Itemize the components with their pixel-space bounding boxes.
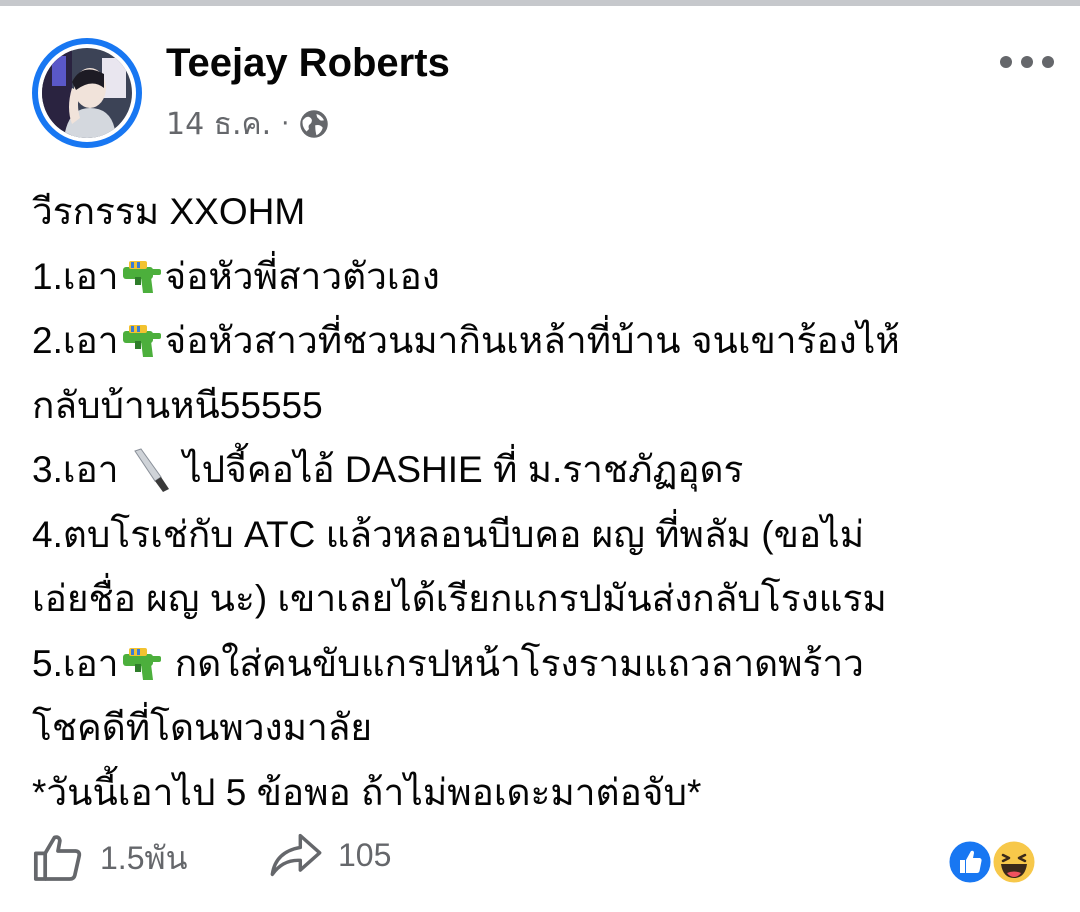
post-date[interactable]: 14 ธ.ค. <box>166 101 271 148</box>
post-line-text: เอ่ยชื่อ ผญ นะ) เขาเลยได้เรียกแกรปมันส่ง… <box>32 578 887 619</box>
top-divider <box>0 0 1080 6</box>
avatar[interactable] <box>32 38 142 148</box>
post-line: กลับบ้านหนี55555 <box>32 374 1062 439</box>
post-line-text: จ่อหัวพี่สาวตัวเอง <box>164 255 440 297</box>
reaction-summary[interactable] <box>946 838 1042 888</box>
water-pistol-emoji <box>122 260 161 293</box>
post-line: เอ่ยชื่อ ผญ นะ) เขาเลยได้เรียกแกรปมันส่ง… <box>32 567 1062 632</box>
post-line: 2.เอา จ่อหัวสาวที่ชวนมากินเหล้าที่บ้าน จ… <box>32 309 1062 374</box>
more-dot <box>1042 56 1054 68</box>
profile-photo <box>42 48 132 138</box>
post-line-text: โชคดีที่โดนพวงมาลัย <box>32 707 373 748</box>
post-line: 1.เอา จ่อหัวพี่สาวตัวเอง <box>32 245 1062 310</box>
post-line-text: ไปจี้คอไอ้ DASHIE ที่ ม.ราชภัฏอุดร <box>172 449 744 490</box>
haha-reaction-icon <box>990 838 1038 886</box>
post-line-text: วีรกรรม XXOHM <box>32 191 306 232</box>
share-button[interactable]: 105 <box>268 830 391 880</box>
more-dot <box>1021 56 1033 68</box>
like-reaction-icon <box>946 838 994 886</box>
post-meta: 14 ธ.ค. · <box>166 104 329 144</box>
water-pistol-emoji <box>122 647 161 680</box>
like-count: 1.5พัน <box>100 839 188 876</box>
post-line-text: จ่อหัวสาวที่ชวนมากินเหล้าที่บ้าน จนเขาร้… <box>164 320 900 361</box>
post-line-text: 3.เอา <box>32 449 129 490</box>
share-count: 105 <box>338 836 392 873</box>
post-line-text: กดใส่คนขับแกรปหน้าโรงรามแถวลาดพร้าว <box>164 642 864 684</box>
author-name[interactable]: Teejay Roberts <box>166 40 450 86</box>
post-line-text: 1.เอา <box>32 255 119 297</box>
thumbs-up-outline-icon <box>33 835 82 881</box>
post-line-text: 4.ตบโรเช่กับ ATC แล้วหลอนบีบคอ ผญ ที่พลั… <box>32 513 865 555</box>
more-dot <box>1000 56 1012 68</box>
post-line-text: กลับบ้านหนี55555 <box>32 384 323 426</box>
post-footer: 1.5พัน 105 <box>30 830 1060 892</box>
post-line: 5.เอา กดใส่คนขับแกรปหน้าโรงรามแถวลาดพร้า… <box>32 632 1062 697</box>
post-line-text: 2.เอา <box>32 320 119 361</box>
post-line: *วันนี้เอาไป 5 ข้อพอ ถ้าไม่พอเดะมาต่อจับ… <box>32 761 1062 826</box>
post-text: วีรกรรม XXOHM 1.เอา จ่อหัวพี่สาวตัวเอง 2… <box>32 180 1062 825</box>
post-line: วีรกรรม XXOHM <box>32 180 1062 245</box>
post-line: 4.ตบโรเช่กับ ATC แล้วหลอนบีบคอ ผญ ที่พลั… <box>32 503 1062 568</box>
post-options-button[interactable] <box>1000 52 1054 72</box>
knife-emoji <box>134 448 169 493</box>
post-line-text: 5.เอา <box>32 642 119 684</box>
like-button[interactable]: 1.5พัน <box>30 830 187 886</box>
globe-icon <box>300 110 329 138</box>
post-line: 3.เอา ไปจี้คอไอ้ DASHIE ที่ ม.ราชภัฏอุดร <box>32 438 1062 503</box>
post-line-text: *วันนี้เอาไป 5 ข้อพอ ถ้าไม่พอเดะมาต่อจับ… <box>32 771 702 813</box>
post-line: โชคดีที่โดนพวงมาลัย <box>32 696 1062 761</box>
meta-separator: · <box>281 109 290 139</box>
water-pistol-emoji <box>122 325 161 358</box>
share-arrow-icon <box>270 833 322 877</box>
